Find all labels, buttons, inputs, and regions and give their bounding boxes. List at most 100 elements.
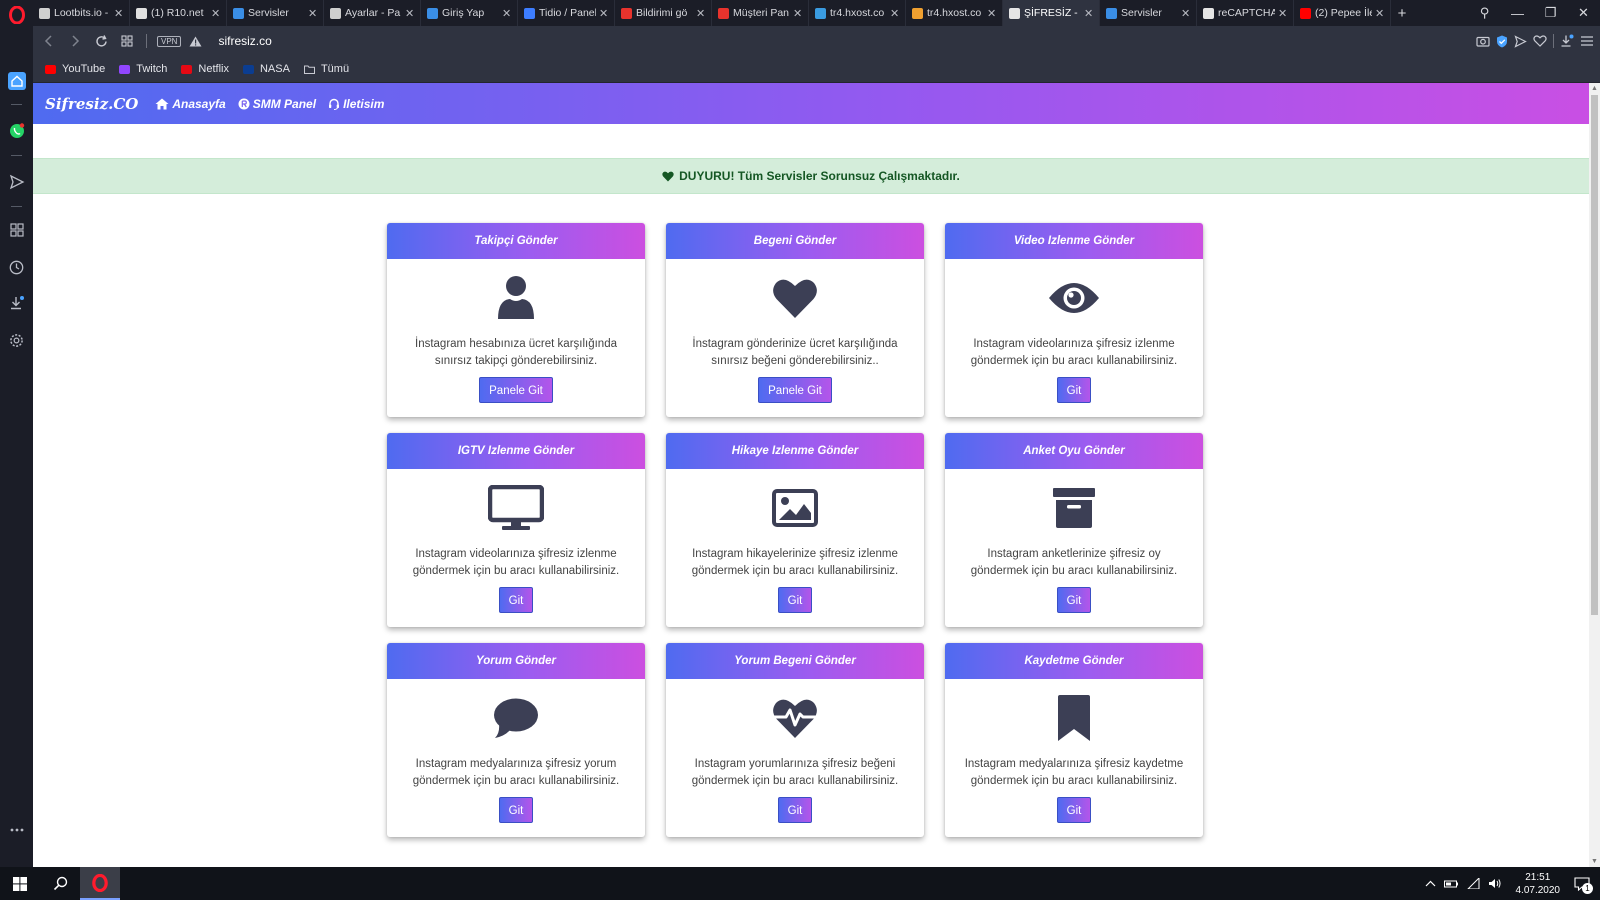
whatsapp-icon[interactable] bbox=[0, 123, 33, 139]
card-go-button[interactable]: Git bbox=[498, 797, 534, 823]
network-icon[interactable] bbox=[1466, 878, 1480, 889]
tab-close-icon[interactable]: ✕ bbox=[599, 7, 609, 20]
tab-overview-icon[interactable] bbox=[114, 26, 140, 56]
card-go-button[interactable]: Git bbox=[1056, 797, 1092, 823]
battery-icon[interactable] bbox=[1443, 879, 1459, 889]
browser-tab[interactable]: Servisler ✕ bbox=[227, 0, 324, 26]
tab-title: Lootbits.io - bbox=[54, 7, 109, 19]
tab-close-icon[interactable]: ✕ bbox=[211, 7, 221, 20]
card-go-button[interactable]: Git bbox=[1056, 377, 1092, 403]
extensions-grid-icon[interactable] bbox=[0, 223, 33, 237]
smm-icon bbox=[238, 98, 250, 109]
tab-close-icon[interactable]: ✕ bbox=[502, 7, 512, 20]
taskbar-opera-app[interactable] bbox=[80, 867, 120, 900]
card-go-button[interactable]: Git bbox=[777, 797, 813, 823]
tab-search-icon[interactable]: ⚲ bbox=[1468, 5, 1501, 21]
tab-close-icon[interactable]: ✕ bbox=[1084, 7, 1094, 20]
taskbar-search-button[interactable] bbox=[40, 867, 80, 900]
tab-favicon-icon bbox=[815, 7, 826, 19]
browser-tab[interactable]: Bildirimi gö ✕ bbox=[615, 0, 712, 26]
nav-link-iletisim[interactable]: Iletisim bbox=[328, 97, 384, 111]
page-scrollbar[interactable]: ▲ ▼ bbox=[1589, 83, 1600, 867]
restore-button[interactable]: ❐ bbox=[1534, 5, 1567, 21]
card-go-button[interactable]: Git bbox=[1056, 587, 1092, 613]
close-window-button[interactable]: ✕ bbox=[1567, 5, 1600, 21]
tab-close-icon[interactable]: ✕ bbox=[1375, 7, 1385, 20]
tab-favicon-icon bbox=[427, 7, 438, 19]
settings-gear-icon[interactable] bbox=[0, 333, 33, 348]
browser-tab[interactable]: tr4.hxost.co ✕ bbox=[906, 0, 1003, 26]
card-title: Begeni Gönder bbox=[666, 223, 924, 259]
notification-center-icon[interactable]: 1 bbox=[1574, 876, 1593, 894]
more-dots-icon[interactable] bbox=[0, 828, 33, 832]
url-field[interactable]: sifresiz.co bbox=[218, 34, 271, 48]
site-brand[interactable]: Sifresiz.CO bbox=[45, 95, 138, 113]
minimize-button[interactable]: — bbox=[1501, 6, 1534, 21]
tab-close-icon[interactable]: ✕ bbox=[1278, 7, 1288, 20]
tab-close-icon[interactable]: ✕ bbox=[1181, 7, 1191, 20]
scrollbar-thumb[interactable] bbox=[1591, 95, 1598, 615]
browser-tab[interactable]: Servisler ✕ bbox=[1100, 0, 1197, 26]
browser-tab[interactable]: Ayarlar - Pa ✕ bbox=[324, 0, 421, 26]
tab-close-icon[interactable]: ✕ bbox=[793, 7, 803, 20]
browser-tab[interactable]: Tidio / Panel ✕ bbox=[518, 0, 615, 26]
browser-tab[interactable]: (2) Pepee İle ✕ bbox=[1294, 0, 1391, 26]
browser-tab[interactable]: Giriş Yap ✕ bbox=[421, 0, 518, 26]
card-title: IGTV Izlenme Gönder bbox=[387, 433, 645, 469]
browser-tab[interactable]: Müşteri Pan ✕ bbox=[712, 0, 809, 26]
reload-button[interactable] bbox=[88, 26, 114, 56]
site-navbar: Sifresiz.CO Anasayfa SMM Panel Iletisim bbox=[33, 83, 1589, 124]
download-icon[interactable] bbox=[1560, 34, 1574, 48]
downloads-icon[interactable] bbox=[0, 295, 33, 311]
insecure-warning-icon[interactable] bbox=[189, 36, 202, 47]
service-card: Video Izlenme Gönder Instagram videoların… bbox=[945, 223, 1203, 417]
tab-close-icon[interactable]: ✕ bbox=[987, 7, 997, 20]
clock-date: 4.07.2020 bbox=[1515, 884, 1561, 896]
card-go-button[interactable]: Panele Git bbox=[758, 377, 832, 403]
start-button[interactable] bbox=[0, 867, 40, 900]
bookmark-nasa[interactable]: NASA bbox=[242, 63, 290, 75]
forward-button[interactable] bbox=[62, 26, 88, 56]
history-clock-icon[interactable] bbox=[0, 260, 33, 275]
vpn-badge[interactable]: VPN bbox=[157, 35, 182, 47]
browser-tab[interactable]: ŞİFRESİZ - Ş✕ bbox=[1003, 0, 1100, 26]
browser-tab[interactable]: (1) R10.net ✕ bbox=[130, 0, 227, 26]
card-go-button[interactable]: Panele Git bbox=[479, 377, 553, 403]
new-tab-button[interactable]: + bbox=[1391, 0, 1413, 26]
bookmark-youtube[interactable]: YouTube bbox=[45, 63, 105, 75]
heartbeat-icon bbox=[666, 679, 924, 756]
snapshot-camera-icon[interactable] bbox=[1476, 35, 1490, 47]
browser-tab[interactable]: Lootbits.io - ✕ bbox=[33, 0, 130, 26]
nav-link-smm-panel[interactable]: SMM Panel bbox=[238, 97, 316, 111]
tab-close-icon[interactable]: ✕ bbox=[405, 7, 415, 20]
tab-close-icon[interactable]: ✕ bbox=[696, 7, 706, 20]
browser-tab[interactable]: tr4.hxost.co ✕ bbox=[809, 0, 906, 26]
flow-send-icon[interactable] bbox=[1514, 34, 1527, 48]
opera-logo-icon[interactable] bbox=[0, 6, 33, 24]
send-icon[interactable] bbox=[0, 174, 33, 190]
tab-title: (1) R10.net bbox=[151, 7, 204, 19]
tab-favicon-icon bbox=[912, 7, 923, 19]
card-description: Instagram hikayelerinize şifresiz izlenm… bbox=[691, 548, 899, 577]
adblock-shield-icon[interactable] bbox=[1496, 35, 1508, 48]
card-go-button[interactable]: Git bbox=[777, 587, 813, 613]
tab-title: Giriş Yap bbox=[442, 7, 485, 19]
volume-icon[interactable] bbox=[1488, 878, 1502, 889]
bookmark-twitch[interactable]: Twitch bbox=[119, 63, 167, 75]
nav-link-anasayfa[interactable]: Anasayfa bbox=[155, 97, 226, 111]
bookmark-tümü[interactable]: Tümü bbox=[303, 63, 349, 75]
tab-close-icon[interactable]: ✕ bbox=[308, 7, 318, 20]
tab-close-icon[interactable]: ✕ bbox=[890, 7, 900, 20]
card-go-button[interactable]: Git bbox=[498, 587, 534, 613]
bookmark-netflix[interactable]: Netflix bbox=[181, 63, 229, 75]
bookmark-favicon-icon bbox=[181, 64, 193, 75]
home-speed-dial-icon[interactable] bbox=[0, 72, 33, 90]
tab-close-icon[interactable]: ✕ bbox=[114, 7, 124, 20]
taskbar-clock[interactable]: 21:51 4.07.2020 bbox=[1516, 871, 1561, 897]
easy-setup-menu-icon[interactable] bbox=[1580, 35, 1594, 47]
tray-chevron-icon[interactable] bbox=[1425, 880, 1436, 887]
bookmark-heart-icon[interactable] bbox=[1533, 35, 1547, 47]
browser-tab[interactable]: reCAPTCHA ✕ bbox=[1197, 0, 1294, 26]
tab-title: tr4.hxost.co bbox=[927, 7, 982, 19]
back-button[interactable] bbox=[36, 26, 62, 56]
